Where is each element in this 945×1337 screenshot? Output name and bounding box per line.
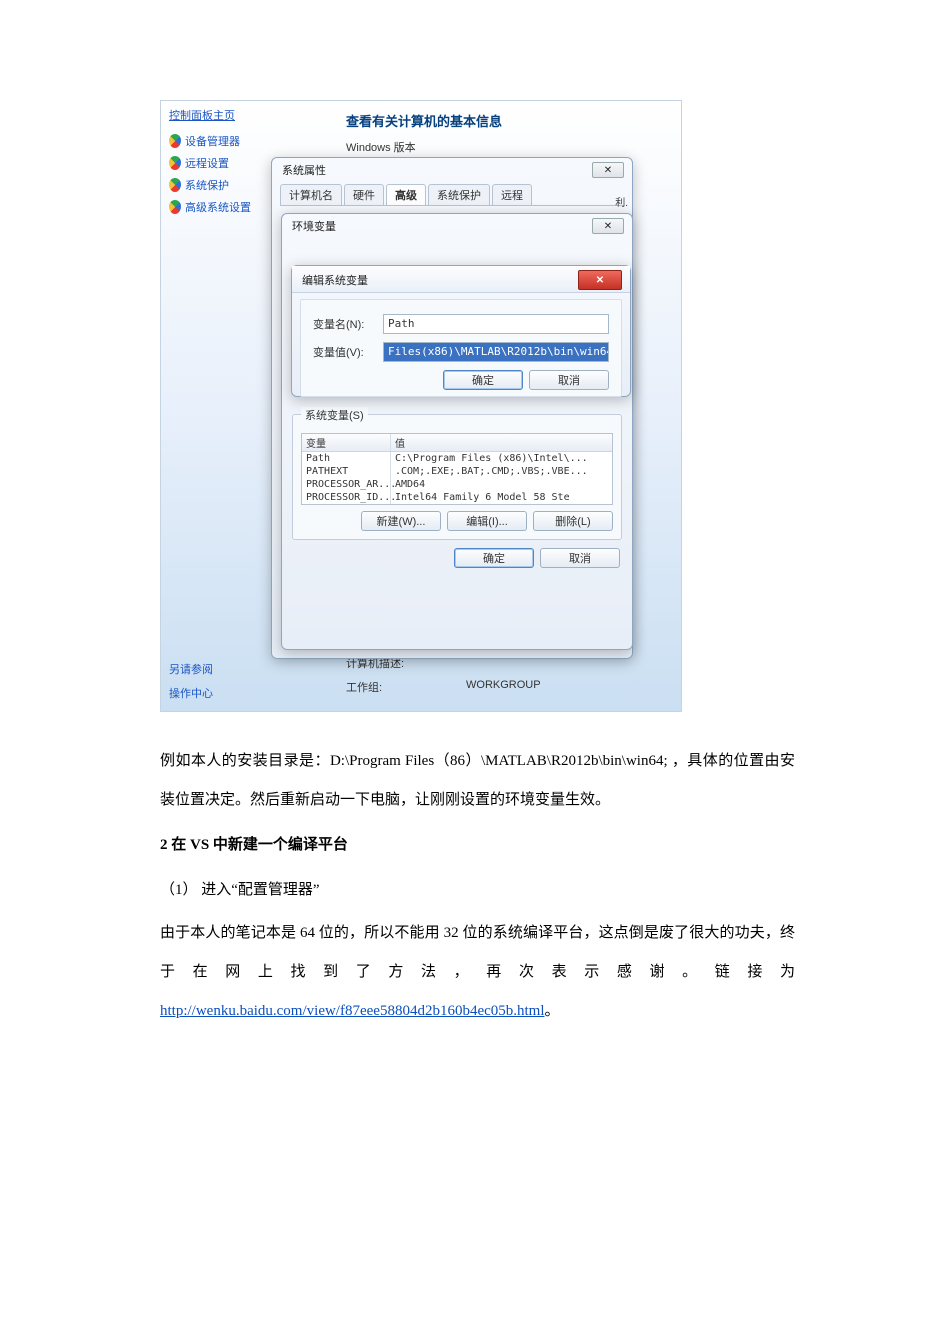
paragraph: 例如本人的安装目录是：D:\Program Files（86）\MATLAB\R… [160,742,795,820]
ok-button[interactable]: 确定 [454,548,534,568]
sidebar-item-remote[interactable]: 远程设置 [169,155,251,171]
edit-button[interactable]: 编辑(I)... [447,511,527,531]
sidebar-item-label: 高级系统设置 [185,199,251,215]
var-name-input[interactable]: Path [383,314,609,334]
see-also-label: 另请参阅 [169,661,213,677]
control-panel-home-link[interactable]: 控制面板主页 [169,107,251,123]
paragraph-text: 由于本人的笔记本是 64 位的，所以不能用 32 位的系统编译平台，这点倒是废了… [160,925,795,980]
sidebar-item-label: 系统保护 [185,177,229,193]
paragraph-text: 。 [545,1003,560,1019]
dialog-title: 环境变量 [292,218,336,234]
cancel-button[interactable]: 取消 [540,548,620,568]
cancel-button[interactable]: 取消 [529,370,609,390]
new-button[interactable]: 新建(W)... [361,511,441,531]
delete-button[interactable]: 删除(L) [533,511,613,531]
info-value: WORKGROUP [466,679,596,695]
col-header-value: 值 [391,434,612,451]
list-row: PROCESSOR_AR...AMD64 [302,478,612,491]
control-panel-sidebar: 控制面板主页 设备管理器 远程设置 系统保护 高级系统设置 [169,107,251,221]
sidebar-item-label: 设备管理器 [185,133,240,149]
paragraph: （1） 进入“配置管理器” [160,871,795,910]
info-label: 工作组: [346,679,466,695]
tab-remote[interactable]: 远程 [492,184,532,205]
page-title: 查看有关计算机的基本信息 [346,111,502,130]
sysvars-list[interactable]: 变量 值 PathC:\Program Files (x86)\Intel\..… [301,433,613,505]
sidebar-item-label: 远程设置 [185,155,229,171]
shield-icon [169,134,181,148]
info-row-workgroup: 工作组: WORKGROUP [346,679,596,695]
ok-button[interactable]: 确定 [443,370,523,390]
windows-version-label: Windows 版本 [346,139,416,155]
action-center-link[interactable]: 操作中心 [169,685,213,701]
shield-icon [169,178,181,192]
system-properties-screenshot: 控制面板主页 设备管理器 远程设置 系统保护 高级系统设置 另请参阅 操作中心 … [160,100,682,712]
list-row: PathC:\Program Files (x86)\Intel\... [302,452,612,465]
sidebar-item-device-manager[interactable]: 设备管理器 [169,133,251,149]
shield-icon [169,156,181,170]
section-heading: 2 在 VS 中新建一个编译平台 [160,826,795,865]
edit-sysvar-dialog: 编辑系统变量 ✕ 变量名(N): Path 变量值(V): Files(x86)… [291,265,631,397]
close-button[interactable]: ✕ [578,270,622,290]
tab-hardware[interactable]: 硬件 [344,184,384,205]
close-button[interactable]: ✕ [592,162,624,178]
cut-text: 利. [615,194,628,209]
list-row: PATHEXT.COM;.EXE;.BAT;.CMD;.VBS;.VBE... [302,465,612,478]
var-value-label: 变量值(V): [313,344,383,360]
tab-advanced[interactable]: 高级 [386,184,426,205]
reference-link[interactable]: http://wenku.baidu.com/view/f87eee58804d… [160,1003,545,1019]
close-button[interactable]: ✕ [592,218,624,234]
see-also-section: 另请参阅 操作中心 [169,653,213,701]
list-row: PROCESSOR_ID...Intel64 Family 6 Model 58… [302,491,612,504]
tab-protection[interactable]: 系统保护 [428,184,490,205]
document-body: 例如本人的安装目录是：D:\Program Files（86）\MATLAB\R… [160,742,795,1031]
col-header-name: 变量 [302,434,391,451]
dialog-title: 系统属性 [282,162,326,178]
tab-computer-name[interactable]: 计算机名 [280,184,342,205]
var-name-label: 变量名(N): [313,316,383,332]
system-vars-group: 系统变量(S) 变量 值 PathC:\Program Files (x86)\… [292,414,622,540]
paragraph: 由于本人的笔记本是 64 位的，所以不能用 32 位的系统编译平台，这点倒是废了… [160,914,795,1031]
shield-icon [169,200,181,214]
group-legend: 系统变量(S) [301,407,368,423]
sidebar-item-advanced[interactable]: 高级系统设置 [169,199,251,215]
sysprop-tabs: 计算机名 硬件 高级 系统保护 远程 [280,184,624,206]
sidebar-item-protection[interactable]: 系统保护 [169,177,251,193]
var-value-input[interactable]: Files(x86)\MATLAB\R2012b\bin\win64; [383,342,609,362]
dialog-title: 编辑系统变量 [302,272,368,288]
